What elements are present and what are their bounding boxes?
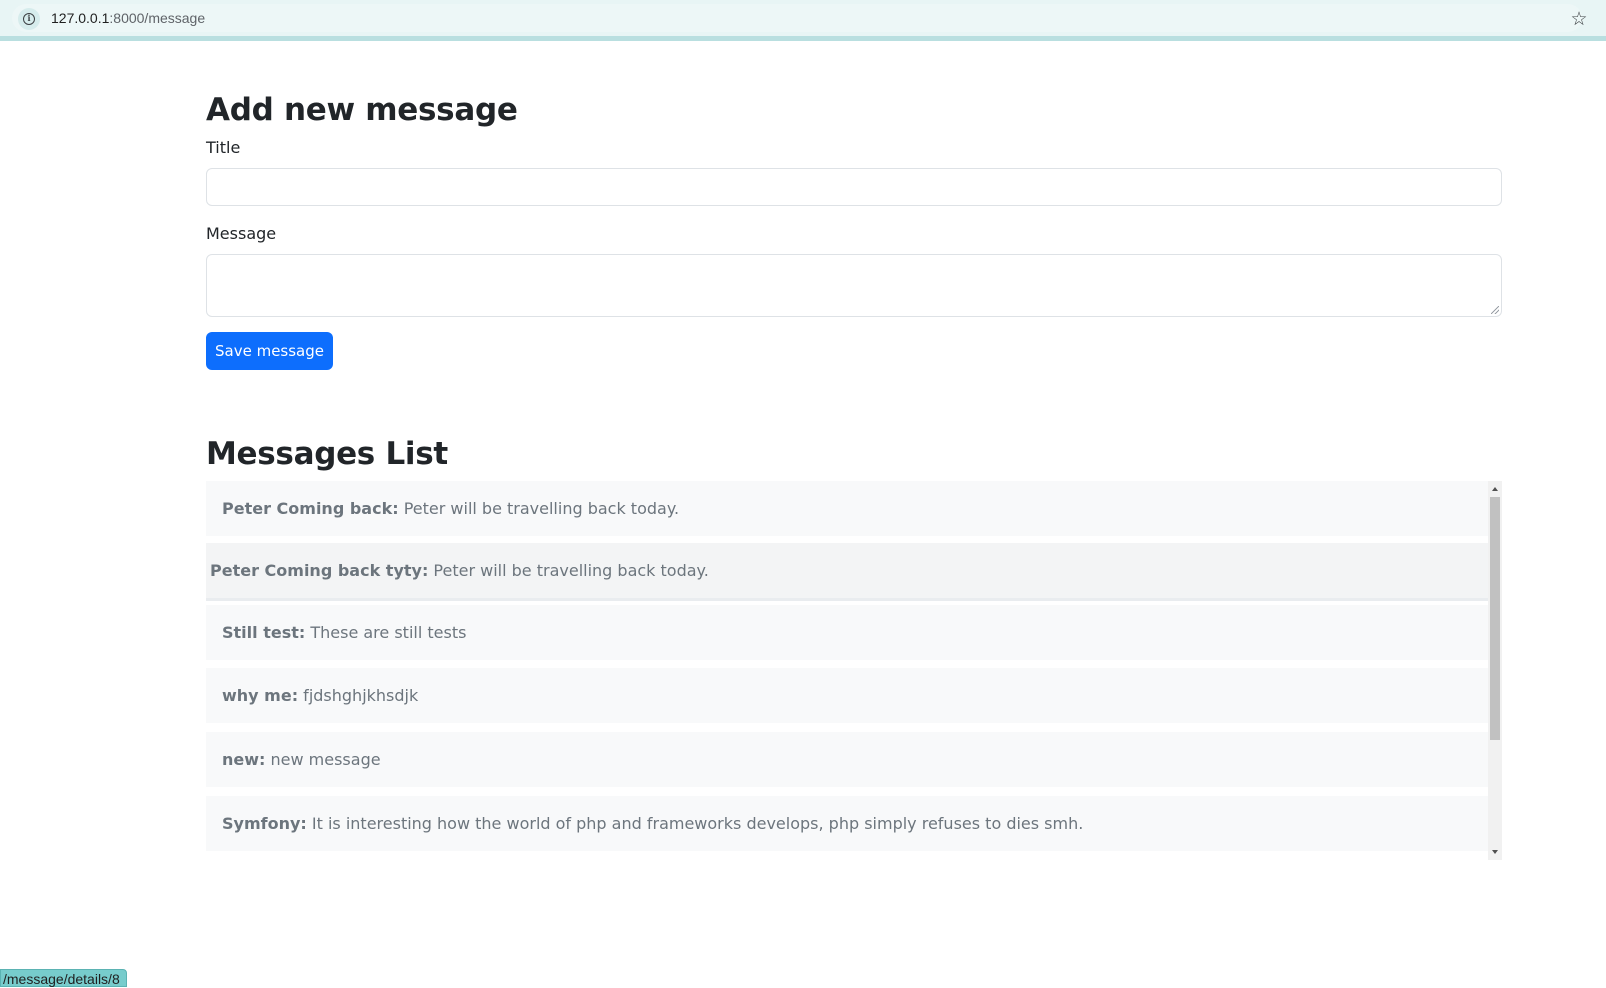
resize-handle-icon[interactable] xyxy=(1491,306,1499,314)
status-bar-url: /message/details/8 xyxy=(0,969,127,987)
list-item[interactable]: Still test: These are still tests xyxy=(206,605,1488,660)
scrollbar-thumb[interactable] xyxy=(1490,497,1500,740)
scroll-up-arrow-icon[interactable] xyxy=(1492,487,1498,491)
item-title: Peter Coming back: xyxy=(222,499,399,518)
list-item[interactable]: Symfony: It is interesting how the world… xyxy=(206,796,1488,851)
item-title: Still test: xyxy=(222,623,306,642)
scroll-down-arrow-icon[interactable] xyxy=(1492,850,1498,854)
item-body: new message xyxy=(265,750,381,769)
browser-address-bar: i 127.0.0.1:8000/message ☆ xyxy=(0,0,1606,41)
item-title: Symfony: xyxy=(222,814,307,833)
message-label: Message xyxy=(206,224,277,243)
url-field[interactable] xyxy=(12,4,1582,32)
title-label: Title xyxy=(206,138,241,157)
item-body: Peter will be travelling back today. xyxy=(428,561,709,580)
save-message-button[interactable]: Save message xyxy=(206,332,333,370)
list-item[interactable]: Peter Coming back: Peter will be travell… xyxy=(206,481,1488,536)
url-path: :8000/message xyxy=(109,10,206,26)
item-body: It is interesting how the world of php a… xyxy=(306,814,1084,833)
item-title: new: xyxy=(222,750,266,769)
item-title: Peter Coming back tyty: xyxy=(210,561,429,580)
bookmark-star-icon[interactable]: ☆ xyxy=(1566,6,1592,32)
url-text[interactable]: 127.0.0.1:8000/message xyxy=(51,9,205,27)
form-heading: Add new message xyxy=(206,92,518,128)
item-body: These are still tests xyxy=(305,623,467,642)
title-input[interactable] xyxy=(206,168,1502,206)
list-item[interactable]: Peter Coming back tyty: Peter will be tr… xyxy=(206,543,1488,601)
messages-list[interactable]: Peter Coming back: Peter will be travell… xyxy=(206,481,1502,860)
list-scrollbar[interactable] xyxy=(1488,481,1502,860)
url-host: 127.0.0.1 xyxy=(51,10,110,26)
list-item[interactable]: why me: fjdshghjkhsdjk xyxy=(206,668,1488,723)
item-body: Peter will be travelling back today. xyxy=(398,499,680,518)
messages-list-heading: Messages List xyxy=(206,436,448,472)
list-item[interactable]: new: new message xyxy=(206,732,1488,787)
message-textarea[interactable] xyxy=(206,254,1502,317)
site-info-icon[interactable]: i xyxy=(18,8,40,30)
item-title: why me: xyxy=(222,686,299,705)
item-body: fjdshghjkhsdjk xyxy=(298,686,419,705)
